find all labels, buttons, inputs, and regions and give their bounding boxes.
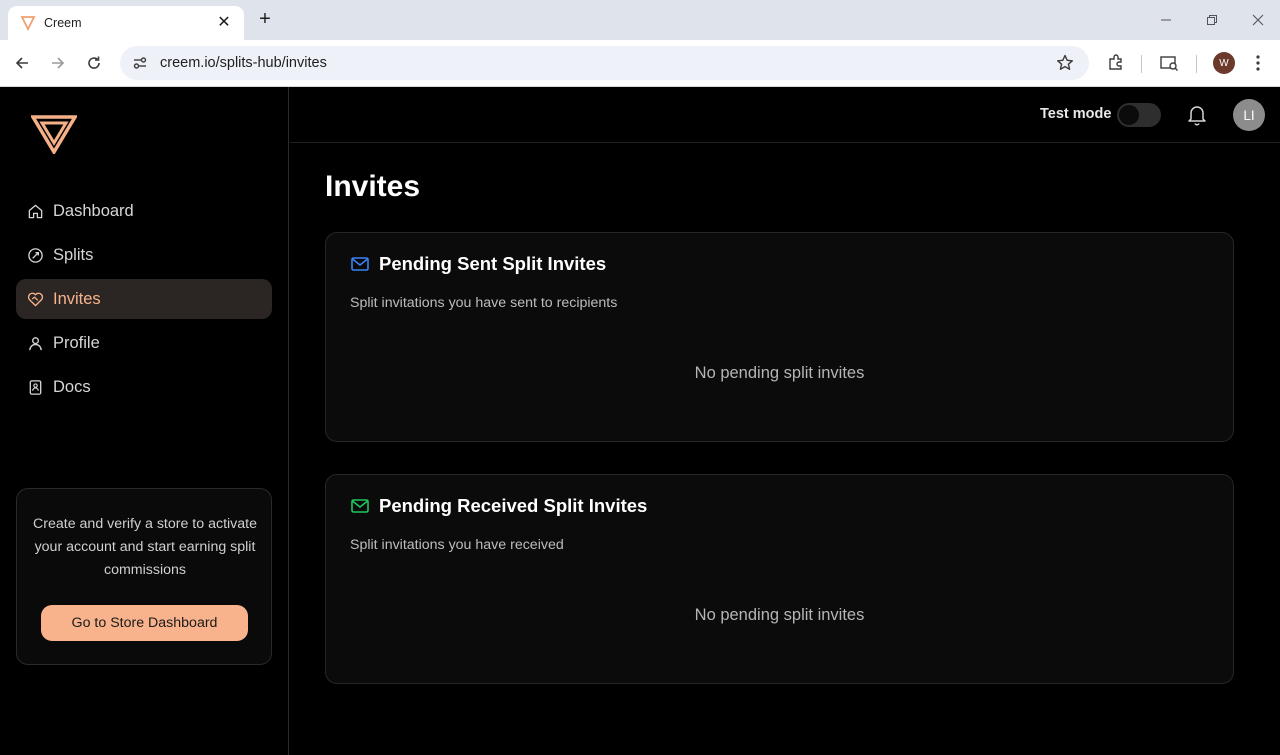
restore-icon[interactable] — [1200, 8, 1224, 32]
card-title: Pending Received Split Invites — [379, 495, 648, 516]
card-title: Pending Sent Split Invites — [379, 253, 607, 274]
toolbar-divider — [1196, 55, 1197, 73]
address-bar[interactable]: creem.io/splits-hub/invites — [120, 46, 1089, 80]
user-icon — [29, 336, 42, 350]
creem-favicon-icon — [20, 16, 36, 31]
test-mode-label: Test mode — [1040, 106, 1112, 122]
minimize-icon[interactable] — [1154, 8, 1178, 32]
extensions-icon[interactable] — [1104, 51, 1128, 75]
sidebar-item-profile[interactable]: Profile — [16, 323, 272, 363]
browser-menu-icon[interactable] — [1246, 51, 1270, 75]
browser-toolbar: creem.io/splits-hub/invites W — [0, 40, 1280, 87]
sidebar-item-label: Splits — [53, 245, 94, 264]
tab-close-icon[interactable]: ✕ — [216, 15, 232, 31]
sidebar-item-label: Docs — [53, 377, 91, 396]
new-tab-icon[interactable]: + — [254, 8, 276, 30]
reload-icon[interactable] — [82, 51, 106, 75]
user-avatar[interactable]: LI — [1233, 99, 1265, 131]
topbar: Test mode LI — [290, 87, 1280, 143]
home-icon — [28, 204, 43, 218]
mail-icon — [351, 257, 369, 271]
browser-tab[interactable]: Creem ✕ — [8, 6, 244, 40]
creem-logo-icon[interactable] — [31, 114, 77, 154]
mail-icon — [351, 499, 369, 513]
test-mode-toggle[interactable] — [1117, 103, 1161, 127]
sidebar-item-invites[interactable]: Invites — [16, 279, 272, 319]
cast-search-icon[interactable] — [1157, 51, 1181, 75]
received-invites-card: Pending Received Split Invites Split inv… — [325, 474, 1234, 684]
sidebar-item-dashboard[interactable]: Dashboard — [16, 191, 272, 231]
browser-profile-avatar[interactable]: W — [1213, 52, 1235, 74]
sent-invites-card: Pending Sent Split Invites Split invitat… — [325, 232, 1234, 442]
heart-handshake-icon — [27, 292, 44, 306]
site-settings-icon[interactable] — [132, 55, 148, 71]
sidebar-item-docs[interactable]: Docs — [16, 367, 272, 407]
card-header: Pending Received Split Invites — [350, 495, 647, 517]
sidebar: Dashboard Splits Invites Profile Docs Cr… — [0, 87, 289, 755]
url-text: creem.io/splits-hub/invites — [160, 55, 327, 71]
sidebar-item-splits[interactable]: Splits — [16, 235, 272, 275]
card-subtitle: Split invitations you have received — [350, 537, 564, 553]
go-to-store-dashboard-button[interactable]: Go to Store Dashboard — [41, 605, 248, 641]
split-icon — [28, 247, 43, 263]
card-subtitle: Split invitations you have sent to recip… — [350, 295, 618, 311]
toolbar-divider — [1141, 55, 1142, 73]
forward-icon[interactable] — [46, 51, 70, 75]
toggle-knob — [1119, 105, 1139, 125]
back-icon[interactable] — [10, 51, 34, 75]
browser-tabstrip: Creem ✕ + — [0, 0, 1280, 40]
sidebar-item-label: Profile — [53, 333, 100, 352]
page-title: Invites — [325, 170, 421, 203]
store-promo-card: Create and verify a store to activate yo… — [16, 488, 272, 665]
empty-state-text: No pending split invites — [694, 606, 865, 624]
card-header: Pending Sent Split Invites — [350, 253, 606, 275]
bookmark-star-icon[interactable] — [1055, 53, 1075, 73]
close-window-icon[interactable] — [1246, 8, 1270, 32]
tab-title: Creem — [44, 16, 82, 30]
sidebar-item-label: Dashboard — [53, 201, 134, 220]
promo-text: Create and verify a store to activate yo… — [33, 516, 257, 578]
empty-state-text: No pending split invites — [694, 364, 865, 382]
notification-bell-icon[interactable] — [1186, 103, 1208, 127]
sidebar-item-label: Invites — [53, 289, 101, 308]
app-root: Dashboard Splits Invites Profile Docs Cr… — [0, 87, 1280, 755]
book-icon — [29, 379, 42, 395]
